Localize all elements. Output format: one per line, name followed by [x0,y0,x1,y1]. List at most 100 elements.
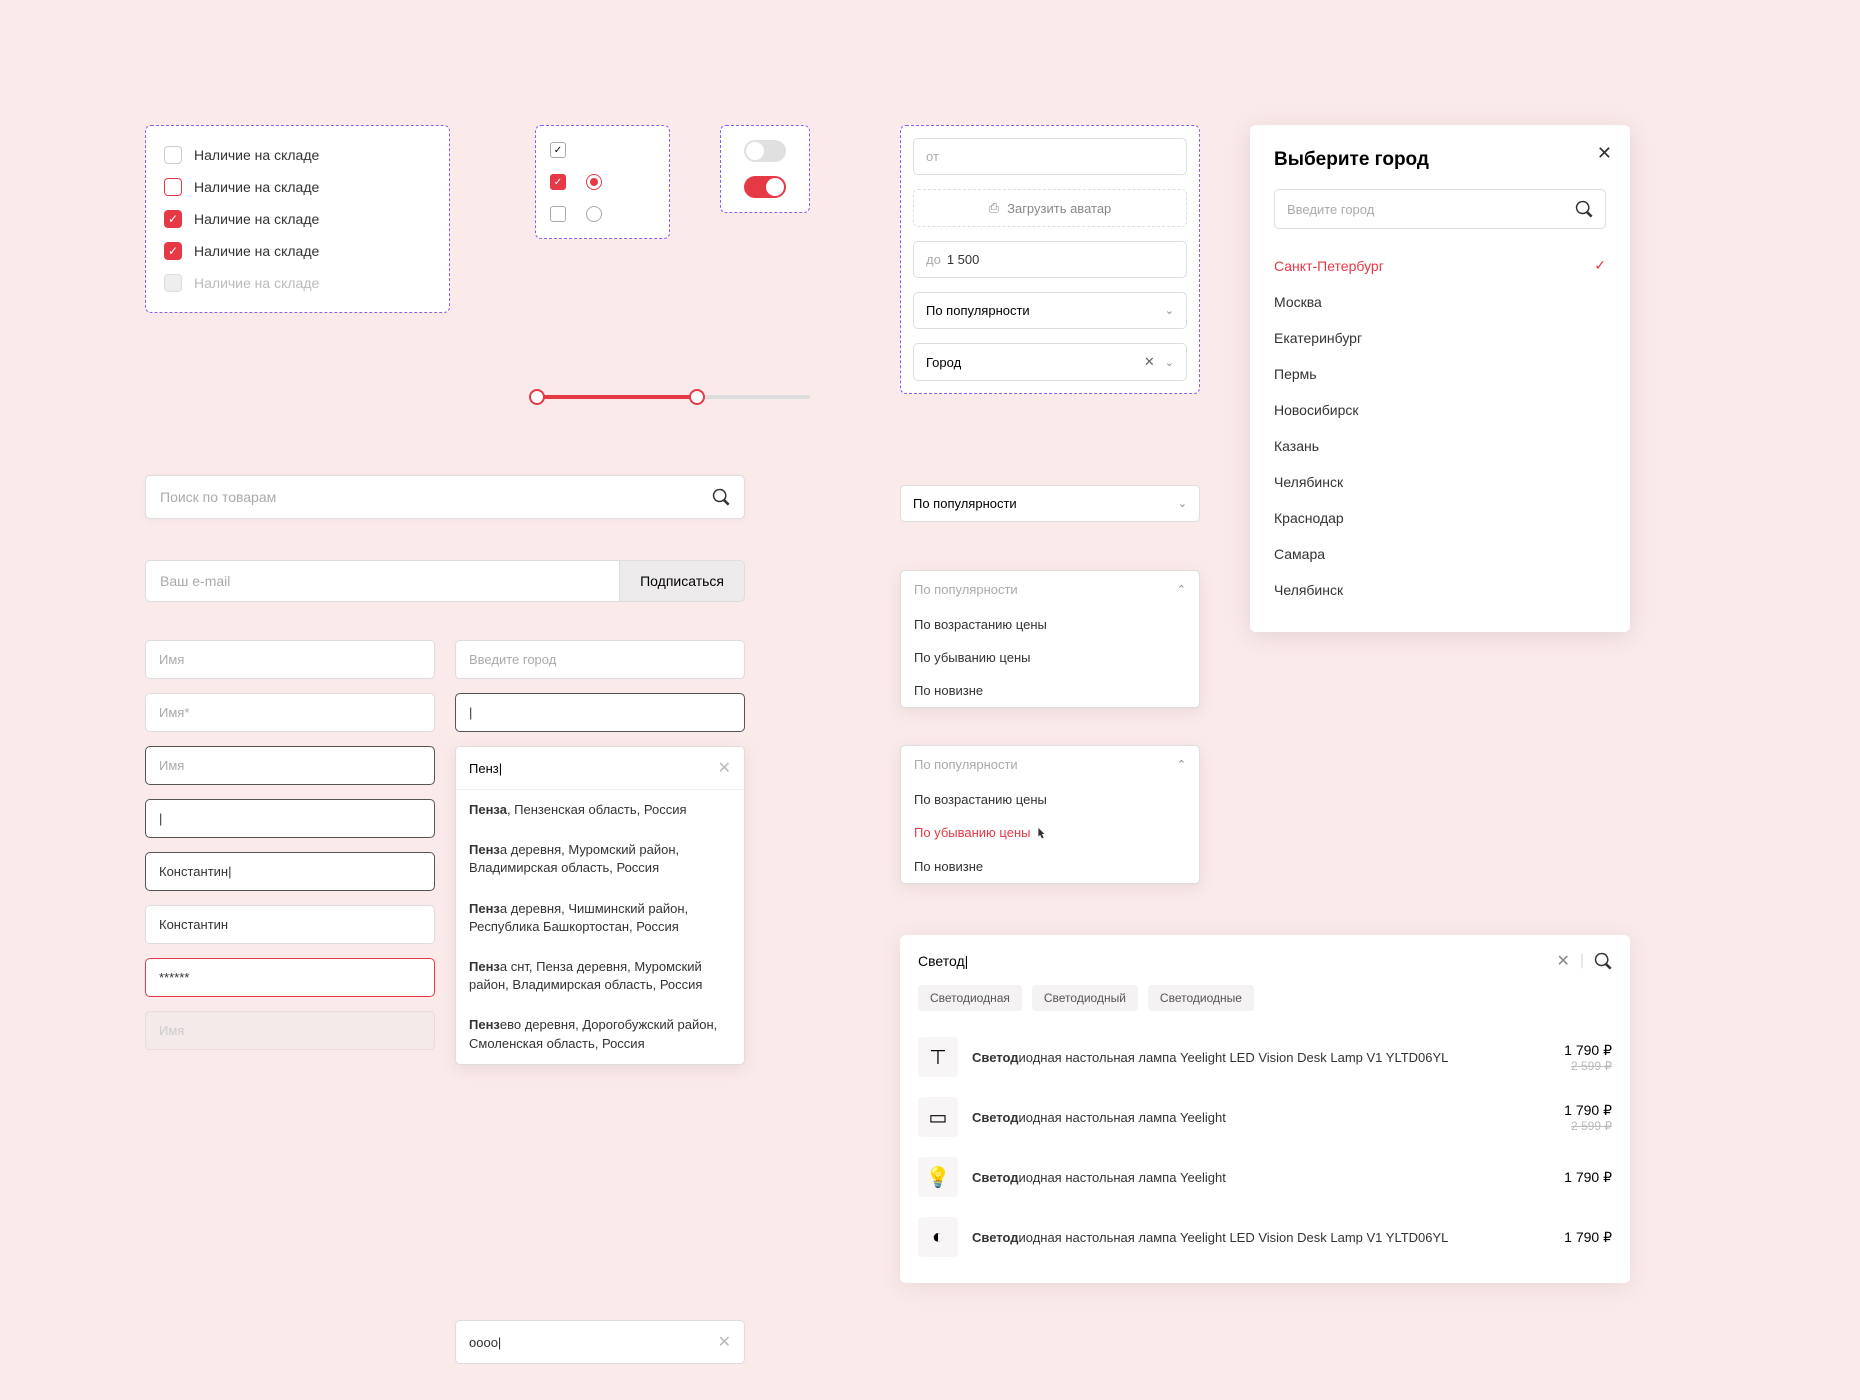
city-input-cursor[interactable]: | [455,693,745,732]
radio-empty[interactable] [586,206,602,222]
sort-select-open-hover: По популярности⌃ По возрастанию цены По … [900,745,1200,884]
city-item[interactable]: Краснодар [1274,500,1606,536]
radio-selected[interactable] [586,174,602,190]
city-name: Челябинск [1274,474,1343,490]
password-input-error[interactable]: ****** [145,958,435,997]
city-name: Екатеринбург [1274,330,1362,346]
city-item[interactable]: Челябинск [1274,464,1606,500]
autocomplete-item[interactable]: Пенза деревня, Муромский район, Владимир… [456,830,744,888]
city-item[interactable]: Пермь [1274,356,1606,392]
sort-option[interactable]: По новизне [901,674,1199,707]
subscribe-button[interactable]: Подписаться [619,560,745,602]
price: 1 790 ₽ [1564,1229,1612,1246]
autocomplete-input[interactable]: Пенз| ✕ [456,747,744,790]
name-input-focus-empty[interactable]: Имя [145,746,435,785]
name-input-cursor[interactable]: | [145,799,435,838]
city-item[interactable]: Екатеринбург [1274,320,1606,356]
clear-icon[interactable]: ✕ [718,1332,731,1352]
search-result-item[interactable]: 💡 Светодиодная настольная лампа Yeelight… [918,1147,1612,1207]
autocomplete-item[interactable]: Пензево деревня, Дорогобужский район, См… [456,1005,744,1063]
city-search-placeholder: Введите город [1287,202,1374,217]
small-checkbox-red[interactable]: ✓ [550,174,566,190]
clear-icon[interactable]: ✕ [1556,951,1569,971]
city-picker-modal: ✕ Выберите город Введите город Санкт-Пет… [1250,125,1630,632]
sort-select-header[interactable]: По популярности⌃ [901,746,1199,783]
search-result-item[interactable]: ◐ Светодиодная настольная лампа Yeelight… [918,1207,1612,1267]
sort-label: По популярности [926,303,1030,318]
clear-icon[interactable]: ✕ [718,758,731,778]
old-price: 2 599 ₽ [1564,1119,1612,1133]
toggle-off[interactable] [744,140,786,162]
lamp-icon: ⊤ [918,1037,958,1077]
search-icon[interactable] [1594,952,1612,970]
slider-handle-max[interactable] [689,389,705,405]
small-controls-group: ✓ ✓ [535,125,670,239]
clear-icon[interactable]: ✕ [1144,354,1155,370]
checkbox-label: Наличие на складе [194,275,319,291]
name-input-required[interactable]: Имя* [145,693,435,732]
city-item[interactable]: Челябинск [1274,572,1606,608]
input-variants-group: от ⎙ Загрузить аватар до1 500 По популяр… [900,125,1200,394]
toggle-on[interactable] [744,176,786,198]
sort-select-standalone[interactable]: По популярности ⌄ [900,485,1200,522]
sort-option[interactable]: По убыванию цены [901,641,1199,674]
city-input-placeholder[interactable]: Введите город [455,640,745,679]
city-select[interactable]: Город ✕ ⌄ [913,343,1187,381]
sort-select-header[interactable]: По популярности⌃ [901,571,1199,608]
autocomplete-item[interactable]: Пенза снт, Пенза деревня, Муромский райо… [456,947,744,1005]
sort-select[interactable]: По популярности⌄ [913,292,1187,329]
sort-option-hovered[interactable]: По убыванию цены [901,816,1199,850]
search-result-item[interactable]: ▭ Светодиодная настольная лампа Yeelight… [918,1087,1612,1147]
small-checkbox-checked[interactable]: ✓ [550,142,566,158]
suggestion-chip[interactable]: Светодиодные [1148,985,1254,1011]
name-input-default[interactable]: Имя [145,640,435,679]
sort-option[interactable]: По возрастанию цены [901,608,1199,641]
autocomplete-item[interactable]: Пенза деревня, Чишминский район, Республ… [456,889,744,947]
slider-handle-min[interactable] [529,389,545,405]
city-item[interactable]: Москва [1274,284,1606,320]
divider: | [1580,952,1584,970]
checkbox-variants-group: Наличие на складе Наличие на складе ✓Нал… [145,125,450,313]
panel-icon: ▭ [918,1097,958,1137]
product-search-input[interactable]: Поиск по товарам [145,475,745,519]
subscribe-form: Ваш e-mail Подписаться [145,560,745,602]
suggestion-chip[interactable]: Светодиодная [918,985,1022,1011]
email-input[interactable]: Ваш e-mail [145,560,619,602]
close-icon[interactable]: ✕ [1597,143,1612,164]
oooo-input[interactable]: oooo| ✕ [455,1320,745,1364]
city-name: Новосибирск [1274,402,1359,418]
chevron-down-icon: ⌄ [1165,356,1174,369]
suggestion-chip[interactable]: Светодиодный [1032,985,1138,1011]
small-checkbox-empty[interactable] [550,206,566,222]
price-from-input[interactable]: от [913,138,1187,175]
city-select-label: Город [926,355,961,370]
name-input-filled[interactable]: Константин [145,905,435,944]
checkbox-box [164,274,182,292]
check-icon: ✓ [164,242,182,260]
city-item[interactable]: Самара [1274,536,1606,572]
checkbox-checked-2[interactable]: ✓Наличие на складе [164,242,431,260]
upload-avatar-button[interactable]: ⎙ Загрузить аватар [913,189,1187,227]
city-search-input[interactable]: Введите город [1274,189,1606,229]
city-item[interactable]: Казань [1274,428,1606,464]
autocomplete-item[interactable]: Пенза, Пензенская область, Россия [456,790,744,830]
price-to-input[interactable]: до1 500 [913,241,1187,278]
city-item[interactable]: Новосибирск [1274,392,1606,428]
city-name: Челябинск [1274,582,1343,598]
sort-option[interactable]: По новизне [901,850,1199,883]
checkbox-default[interactable]: Наличие на складе [164,146,431,164]
range-slider[interactable] [535,395,810,399]
city-autocomplete-dropdown: Пенз| ✕ Пенза, Пензенская область, Росси… [455,746,745,1065]
price-to-value: 1 500 [947,252,980,267]
sort-label: По популярности [913,496,1017,511]
city-item-selected[interactable]: Санкт-Петербург✓ [1274,247,1606,284]
search-query[interactable]: Светод| [918,953,968,969]
chevron-down-icon: ⌄ [1178,497,1187,510]
search-result-item[interactable]: ⊤ Светодиодная настольная лампа Yeelight… [918,1027,1612,1087]
checkbox-outline[interactable]: Наличие на складе [164,178,431,196]
checkbox-checked[interactable]: ✓Наличие на складе [164,210,431,228]
name-input-typing[interactable]: Константин| [145,852,435,891]
oooo-value: oooo| [469,1335,501,1350]
sort-option[interactable]: По возрастанию цены [901,783,1199,816]
toggle-group [720,125,810,213]
